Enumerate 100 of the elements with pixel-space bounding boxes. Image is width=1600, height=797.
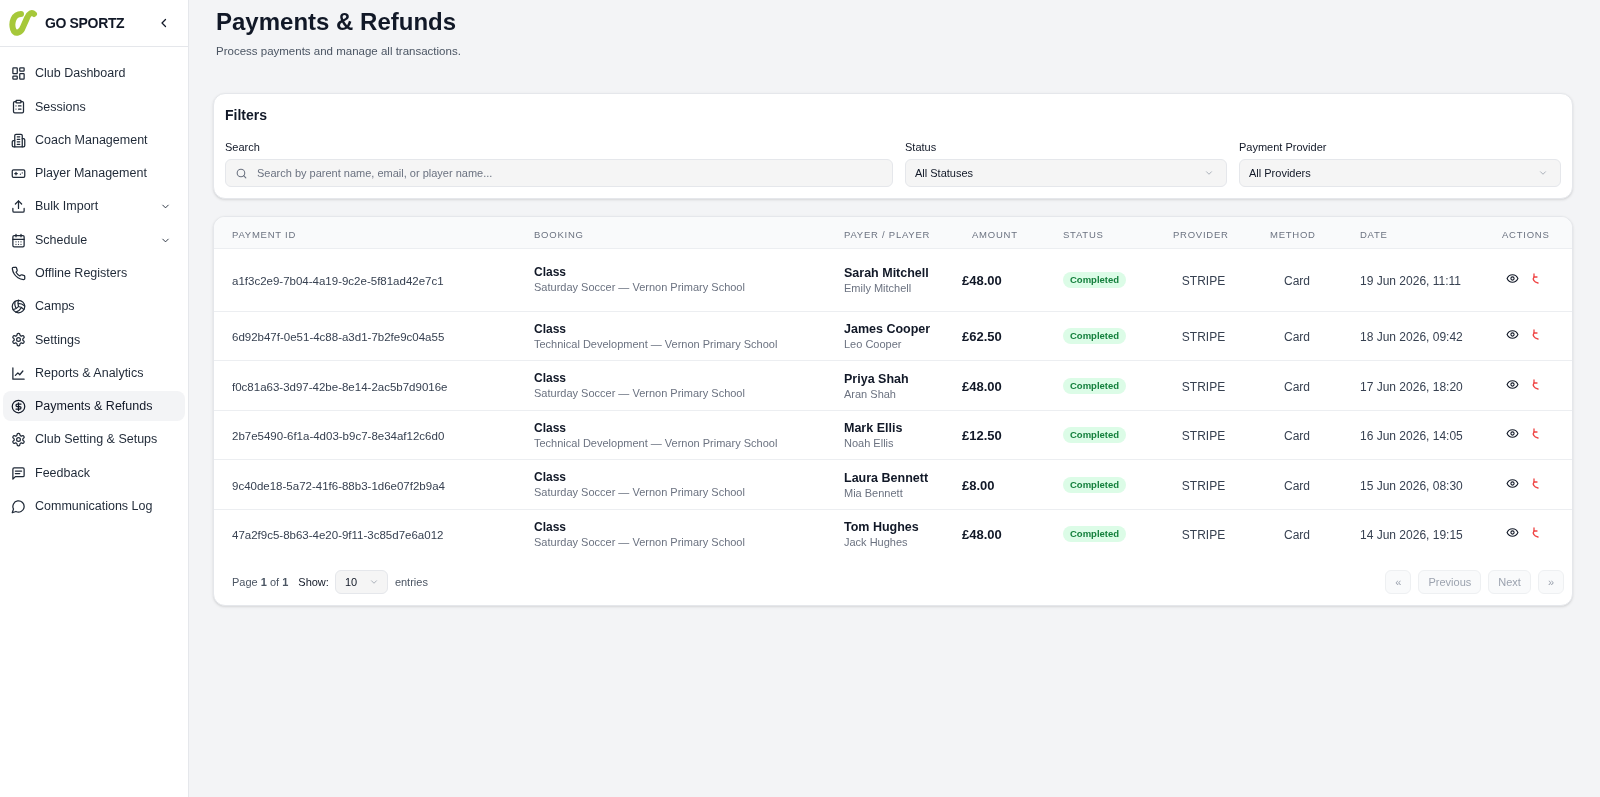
refund-button[interactable] <box>1532 378 1539 390</box>
eye-icon <box>1506 271 1519 285</box>
view-button[interactable] <box>1506 271 1519 285</box>
sidebar-item[interactable]: Bulk Import <box>3 191 185 222</box>
payer-name: Laura Bennett <box>844 469 930 486</box>
player-name: Jack Hughes <box>844 535 909 551</box>
player-name: Noah Ellis <box>844 436 895 451</box>
column-header: PROVIDER <box>1173 228 1229 240</box>
building-icon <box>11 132 26 148</box>
table-cell: STRIPE <box>1181 330 1226 344</box>
table-cell: 19 Jun 2026, 11:11 <box>1360 273 1461 288</box>
payer-name: James Cooper <box>844 321 932 337</box>
undo-arrow-icon <box>1532 329 1539 340</box>
amount: £48.00 <box>962 272 1002 288</box>
refund-button[interactable] <box>1532 527 1539 539</box>
booking-detail: Saturday Soccer — Vernon Primary School <box>534 534 746 550</box>
view-button[interactable] <box>1506 328 1519 341</box>
table-cell: 16 Jun 2026, 14:05 <box>1360 429 1463 443</box>
player-name: Leo Cooper <box>844 337 903 352</box>
sidebar-item[interactable]: Schedule <box>3 225 185 256</box>
sidebar-item[interactable]: Feedback <box>3 458 185 488</box>
show-label: Show: <box>298 574 329 590</box>
booking-detail: Saturday Soccer — Vernon Primary School <box>534 280 746 296</box>
sidebar-item[interactable]: Payments & Refunds <box>3 391 185 422</box>
eye-icon <box>1506 476 1519 490</box>
amount: £48.00 <box>962 527 1002 543</box>
view-button[interactable] <box>1506 526 1519 540</box>
clipboard-icon <box>11 99 26 115</box>
status-badge: Completed <box>1063 377 1127 394</box>
payer-name: Sarah Mitchell <box>844 264 930 281</box>
chat-bubble-icon <box>11 498 26 514</box>
line-chart-icon <box>11 365 26 381</box>
undo-arrow-icon <box>1532 272 1539 284</box>
id-card-icon <box>11 166 26 181</box>
refund-button[interactable] <box>1532 329 1539 340</box>
column-header: STATUS <box>1063 228 1104 240</box>
sidebar-item[interactable]: Communications Log <box>3 491 185 522</box>
sidebar-item[interactable]: Offline Registers <box>3 258 185 289</box>
view-button[interactable] <box>1506 427 1519 440</box>
search-icon <box>235 166 248 180</box>
page-indicator: Page 1 of 1 <box>232 574 289 590</box>
upload-icon <box>11 199 26 215</box>
booking-detail: Saturday Soccer — Vernon Primary School <box>534 485 746 500</box>
sidebar-item[interactable]: Coach Management <box>3 125 185 156</box>
view-button[interactable] <box>1506 377 1519 391</box>
field-label: Payment Provider <box>1239 140 1328 155</box>
booking-detail: Technical Development — Vernon Primary School <box>534 435 779 451</box>
phone-icon <box>11 265 26 281</box>
undo-arrow-icon <box>1532 378 1539 390</box>
logo-icon <box>8 9 38 37</box>
search-field[interactable]: Search by parent name, email, or player name... <box>225 159 893 188</box>
table-cell: 14 Jun 2026, 19:15 <box>1360 528 1463 543</box>
amount: £62.50 <box>962 329 1002 344</box>
sidebar-item[interactable]: Reports & Analytics <box>3 358 185 389</box>
table-cell: Card <box>1284 478 1310 493</box>
table-cell: 2b7e5490-6f1a-4d03-b9c7-8e34af12c6d0 <box>232 430 445 442</box>
table-cell: STRIPE <box>1181 429 1226 443</box>
sidebar-item[interactable]: Player Management <box>3 158 185 189</box>
table-cell: STRIPE <box>1181 379 1226 394</box>
player-name: Emily Mitchell <box>844 280 913 296</box>
table-cell: Card <box>1284 528 1310 543</box>
sidebar-item[interactable]: Club Dashboard <box>3 58 185 89</box>
field-label: Status <box>905 140 938 155</box>
sidebar-item[interactable]: Club Setting & Setups <box>3 424 185 455</box>
column-header: PAYMENT ID <box>232 228 297 240</box>
refund-button[interactable] <box>1532 272 1539 284</box>
status-badge: Completed <box>1063 271 1127 288</box>
sidebar-item[interactable]: Settings <box>3 324 185 355</box>
amount: £48.00 <box>962 378 1002 394</box>
sidebar-item[interactable]: Camps <box>3 291 185 322</box>
status-badge: Completed <box>1063 526 1127 543</box>
refund-button[interactable] <box>1532 428 1539 439</box>
status-select[interactable]: All Statuses <box>905 159 1227 188</box>
view-button[interactable] <box>1506 476 1519 490</box>
table-cell: STRIPE <box>1181 273 1226 288</box>
calendar-icon <box>11 232 26 248</box>
amount: £12.50 <box>962 428 1002 443</box>
player-name: Aran Shah <box>844 386 897 402</box>
column-header: DATE <box>1360 228 1388 240</box>
grid-icon <box>11 66 26 82</box>
booking-type: Class <box>534 371 568 386</box>
page-subtitle: Process payments and manage all transactions. <box>216 44 462 59</box>
provider-select[interactable]: All Providers <box>1239 159 1561 188</box>
sidebar-item[interactable]: Sessions <box>3 91 185 122</box>
table-cell: 18 Jun 2026, 09:42 <box>1360 330 1463 344</box>
refund-button[interactable] <box>1532 477 1539 489</box>
status-badge: Completed <box>1063 427 1127 443</box>
eye-icon <box>1506 427 1519 440</box>
table-cell: 6d92b47f-0e51-4c88-a3d1-7b2fe9c04a55 <box>232 331 445 343</box>
column-header: METHOD <box>1270 228 1316 240</box>
table-cell: 17 Jun 2026, 18:20 <box>1360 379 1463 394</box>
booking-detail: Saturday Soccer — Vernon Primary School <box>534 386 746 401</box>
status-badge: Completed <box>1063 476 1127 493</box>
booking-type: Class <box>534 321 568 337</box>
eye-icon <box>1506 328 1519 341</box>
eye-icon <box>1506 377 1519 391</box>
column-header: AMOUNT <box>972 228 1018 240</box>
table-cell: Card <box>1284 273 1310 288</box>
page-size-select[interactable]: 10 <box>334 569 388 594</box>
settings-icon <box>11 432 26 448</box>
